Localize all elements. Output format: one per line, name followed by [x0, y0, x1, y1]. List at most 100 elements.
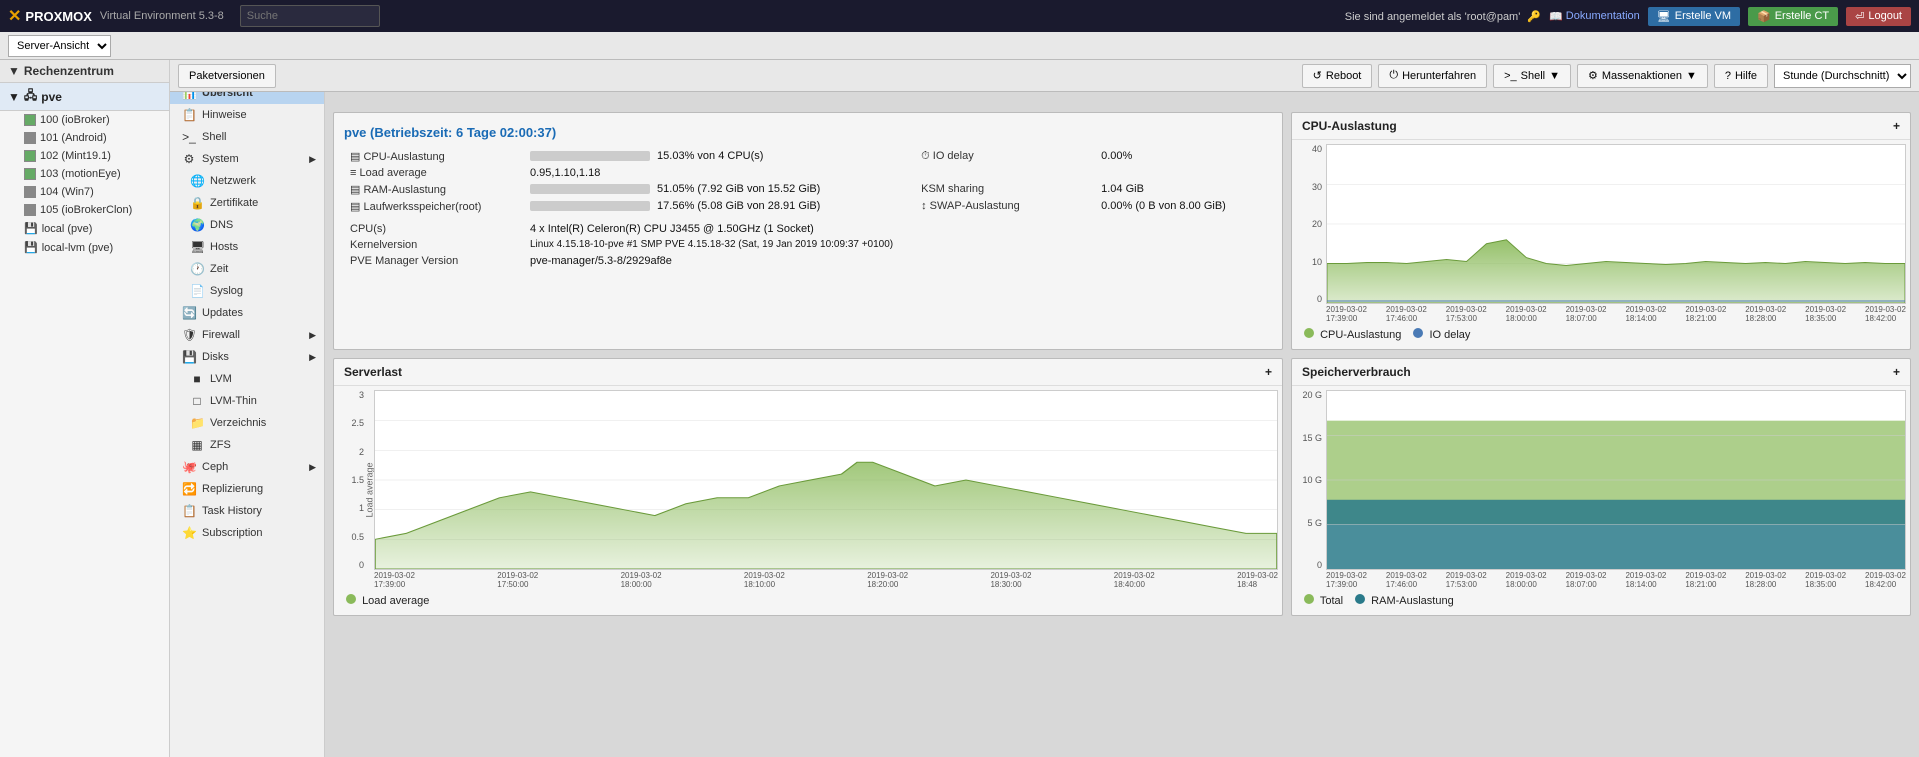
nav-replizierung-icon: 🔁: [182, 482, 196, 496]
nav-item-netzwerk[interactable]: 🌐Netzwerk: [170, 170, 324, 192]
logout-button[interactable]: ⏎ Logout: [1846, 7, 1911, 26]
main-layout: ▼ Rechenzentrum ▼ 🖧 pve 100 (ioBroker)10…: [0, 60, 1919, 757]
mass-actions-button[interactable]: ⚙ Massenaktionen ▼: [1577, 64, 1708, 88]
server-view-bar: Server-Ansicht: [0, 32, 1919, 60]
nav-item-syslog[interactable]: 📄Syslog: [170, 280, 324, 302]
time-select[interactable]: Stunde (Durchschnitt): [1774, 64, 1911, 88]
mass-arrow-icon: ▼: [1686, 70, 1697, 82]
datacenter-label: Rechenzentrum: [24, 64, 114, 78]
nav-item-disks[interactable]: 💾Disks▶: [170, 346, 324, 368]
memory-x-axis: 2019-03-0217:39:00 2019-03-0217:46:00 20…: [1326, 570, 1906, 590]
server-load-expand-icon[interactable]: +: [1265, 365, 1272, 379]
nav-shell-label: Shell: [202, 131, 226, 143]
total-legend-item: Total: [1304, 594, 1343, 607]
nav-item-zeit[interactable]: 🕐Zeit: [170, 258, 324, 280]
terminal-icon: >_: [1504, 70, 1517, 82]
load-legend-dot: [346, 594, 356, 604]
cpu-detail-label: CPU(s): [344, 221, 524, 237]
sidebar-vm-101[interactable]: 101 (Android): [0, 129, 169, 147]
node-server-icon: 🖧: [24, 86, 37, 107]
disk-value: 17.56% (5.08 GiB von 28.91 GiB): [524, 198, 915, 215]
load-label: ≡ Load average: [344, 165, 524, 181]
nav-panel: 🔍Suche📊Übersicht📋Hinweise>_Shell⚙System▶…: [170, 60, 325, 757]
nav-item-dns[interactable]: 🌍DNS: [170, 214, 324, 236]
nav-item-verzeichnis[interactable]: 📁Verzeichnis: [170, 412, 324, 434]
io-delay-label: ⏱ IO delay: [915, 148, 1095, 165]
sidebar-storage-label: local (pve): [42, 223, 93, 235]
gear-icon: ⚙: [1588, 69, 1598, 82]
server-load-chart-container: 32.521.510.50 Load average: [338, 390, 1278, 590]
memory-chart-container: 20 G15 G10 G5 G0: [1296, 390, 1906, 590]
book-icon: 📖: [1549, 10, 1563, 23]
node-pve[interactable]: ▼ 🖧 pve: [0, 83, 169, 111]
nav-updates-icon: 🔄: [182, 306, 196, 320]
create-vm-button[interactable]: 🖥 Erstelle VM: [1648, 7, 1740, 26]
server-load-plot: [374, 390, 1278, 570]
nav-item-replizierung[interactable]: 🔁Replizierung: [170, 478, 324, 500]
server-view-select[interactable]: Server-Ansicht: [8, 35, 111, 57]
vm-state-icon: [24, 132, 36, 144]
nav-ceph-icon: 🐙: [182, 460, 196, 474]
reboot-button[interactable]: ↺ Reboot: [1302, 64, 1373, 88]
cpu-chart-expand-icon[interactable]: +: [1893, 119, 1900, 133]
nav-item-firewall[interactable]: 🛡Firewall▶: [170, 324, 324, 346]
help-button[interactable]: ? Hilfe: [1714, 64, 1768, 88]
reboot-icon: ↺: [1313, 69, 1322, 82]
shutdown-button[interactable]: ⏻ Herunterfahren: [1378, 64, 1487, 88]
nav-item-updates[interactable]: 🔄Updates: [170, 302, 324, 324]
cpu-chart-plot: [1326, 144, 1906, 304]
sidebar-vm-label: 102 (Mint19.1): [40, 150, 111, 162]
sidebar-vm-104[interactable]: 104 (Win7): [0, 183, 169, 201]
vm-state-icon: [24, 186, 36, 198]
nav-item-shell[interactable]: >_Shell: [170, 126, 324, 148]
nav-item-zfs[interactable]: ▦ZFS: [170, 434, 324, 456]
vm-state-icon: [24, 168, 36, 180]
sidebar-vm-103[interactable]: 103 (motionEye): [0, 165, 169, 183]
nav-netzwerk-label: Netzwerk: [210, 175, 256, 187]
ram-legend-dot: [1355, 594, 1365, 604]
nav-item-system[interactable]: ⚙System▶: [170, 148, 324, 170]
power-icon: ⏻: [1389, 69, 1398, 82]
logo: ✕ PROXMOX: [8, 6, 92, 26]
nav-ceph-arrow-icon: ▶: [309, 462, 316, 473]
nav-system-arrow-icon: ▶: [309, 154, 316, 165]
nav-item-zertifikate[interactable]: 🔒Zertifikate: [170, 192, 324, 214]
nav-item-hosts[interactable]: 🖥Hosts: [170, 236, 324, 258]
nav-firewall-arrow-icon: ▶: [309, 330, 316, 341]
sidebar-storage-local-lvm-(pve)[interactable]: 💾local-lvm (pve): [0, 238, 169, 257]
sidebar-storage-local-(pve)[interactable]: 💾local (pve): [0, 219, 169, 238]
vm-state-icon: [24, 114, 36, 126]
doc-link[interactable]: 📖 Dokumentation: [1549, 10, 1640, 23]
search-input[interactable]: [240, 5, 380, 27]
nav-zfs-icon: ▦: [190, 438, 204, 452]
total-legend-dot: [1304, 594, 1314, 604]
nav-zertifikate-label: Zertifikate: [210, 197, 258, 209]
nav-item-ceph[interactable]: 🐙 Ceph ▶: [170, 456, 324, 478]
nav-item-hinweise[interactable]: 📋Hinweise: [170, 104, 324, 126]
sidebar-vm-105[interactable]: 105 (ioBrokerClon): [0, 201, 169, 219]
nav-disks-icon: 💾: [182, 350, 196, 364]
cpu-label: ▤ CPU-Auslastung: [344, 148, 524, 165]
sidebar-vm-100[interactable]: 100 (ioBroker): [0, 111, 169, 129]
cpu-chart-header: CPU-Auslastung +: [1292, 113, 1910, 140]
datacenter-header[interactable]: ▼ Rechenzentrum: [0, 60, 169, 83]
version-label: Virtual Environment 5.3-8: [100, 10, 224, 22]
nav-item-lvm-thin[interactable]: □LVM-Thin: [170, 390, 324, 412]
nav-item-lvm[interactable]: ■LVM: [170, 368, 324, 390]
server-load-body: 32.521.510.50 Load average: [334, 386, 1282, 615]
memory-expand-icon[interactable]: +: [1893, 365, 1900, 379]
server-load-x-axis: 2019-03-0217:39:00 2019-03-0217:50:00 20…: [374, 570, 1278, 590]
nav-ceph-label: Ceph: [202, 461, 228, 473]
disk-label: ▤ Laufwerksspeicher(root): [344, 198, 524, 215]
sidebar-vm-102[interactable]: 102 (Mint19.1): [0, 147, 169, 165]
nav-items-container: 🔍Suche📊Übersicht📋Hinweise>_Shell⚙System▶…: [170, 60, 324, 544]
datacenter-arrow-icon: ▼: [8, 64, 20, 78]
action-bar: Paketversionen ↺ Reboot ⏻ Herunterfahren…: [325, 60, 1919, 92]
nav-dns-icon: 🌍: [190, 218, 204, 232]
pve-manager-row: PVE Manager Version pve-manager/5.3-8/29…: [344, 253, 1272, 269]
create-ct-button[interactable]: 📦 Erstelle CT: [1748, 7, 1838, 26]
nav-item-task-history[interactable]: 📋Task History: [170, 500, 324, 522]
shell-button[interactable]: >_ Shell ▼: [1493, 64, 1571, 88]
nav-item-subscription[interactable]: ⭐Subscription: [170, 522, 324, 544]
proxmox-label: PROXMOX: [25, 9, 91, 24]
